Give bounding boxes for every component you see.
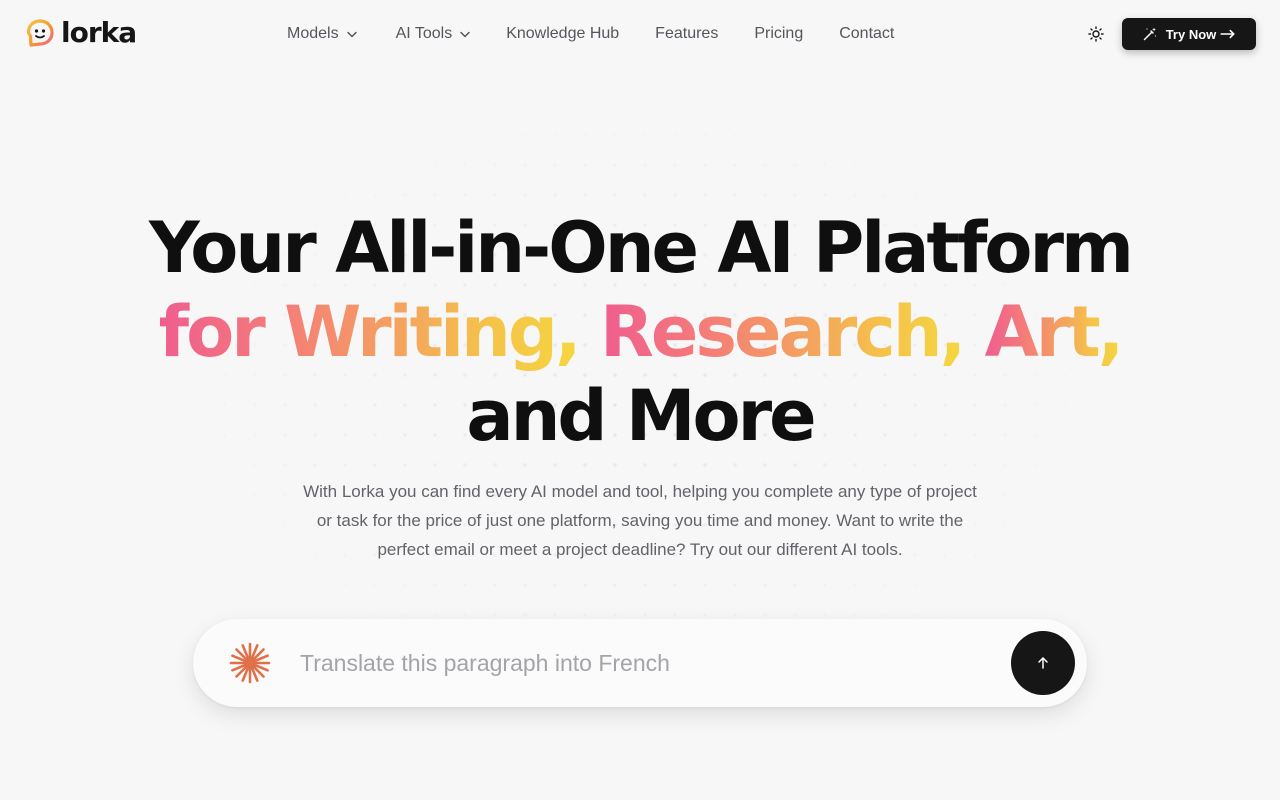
hero-title-highlight-research: Research, (599, 291, 966, 373)
prompt-bar (193, 619, 1087, 707)
nav-item-models[interactable]: Models (287, 25, 359, 43)
hero-description: With Lorka you can find every AI model a… (303, 482, 977, 559)
site-header: lorka Models AI Tools Knowledge Hub Feat… (0, 0, 1280, 68)
brand-logo[interactable]: lorka (25, 16, 137, 49)
nav-item-features[interactable]: Features (655, 25, 718, 43)
hero-title-line-1: Your All-in-One AI Platform (149, 207, 1134, 289)
nav-item-knowledge-hub[interactable]: Knowledge Hub (506, 25, 619, 43)
nav-item-label: Contact (839, 25, 895, 42)
chevron-down-icon (460, 31, 470, 38)
main-nav: Models AI Tools Knowledge Hub Features P… (287, 22, 894, 46)
brand-name: lorka (61, 16, 137, 49)
chevron-down-icon (346, 31, 357, 38)
try-now-label: Try Now (1165, 26, 1217, 42)
nav-item-ai-tools[interactable]: AI Tools (396, 25, 473, 43)
sparkle-burst-icon (229, 642, 271, 684)
nav-item-label: Knowledge Hub (506, 25, 620, 42)
nav-item-label: Pricing (754, 25, 804, 42)
hero-title-highlight-art: Art, (984, 291, 1125, 373)
nav-item-label: Models (287, 25, 339, 42)
hero-title-line-3: and More (466, 375, 816, 457)
nav-item-label: Features (655, 25, 719, 42)
send-button[interactable] (1011, 631, 1075, 695)
magic-wand-icon (1143, 27, 1157, 41)
arrow-up-icon (1038, 657, 1048, 669)
sun-icon (1088, 26, 1104, 42)
prompt-input[interactable] (300, 646, 980, 680)
hero-title: Your All-in-One AI Platform for Writing,… (0, 206, 1280, 458)
hero-title-highlight-writing: for Writing, (158, 291, 582, 373)
page: lorka Models AI Tools Knowledge Hub Feat… (0, 0, 1280, 800)
lorka-logo-icon (26, 19, 54, 47)
theme-toggle-button[interactable] (1084, 22, 1108, 46)
nav-item-label: AI Tools (395, 25, 453, 42)
nav-item-pricing[interactable]: Pricing (754, 25, 803, 43)
nav-item-contact[interactable]: Contact (839, 25, 894, 43)
arrow-right-icon (1220, 29, 1235, 39)
try-now-button[interactable]: Try Now (1122, 18, 1256, 50)
